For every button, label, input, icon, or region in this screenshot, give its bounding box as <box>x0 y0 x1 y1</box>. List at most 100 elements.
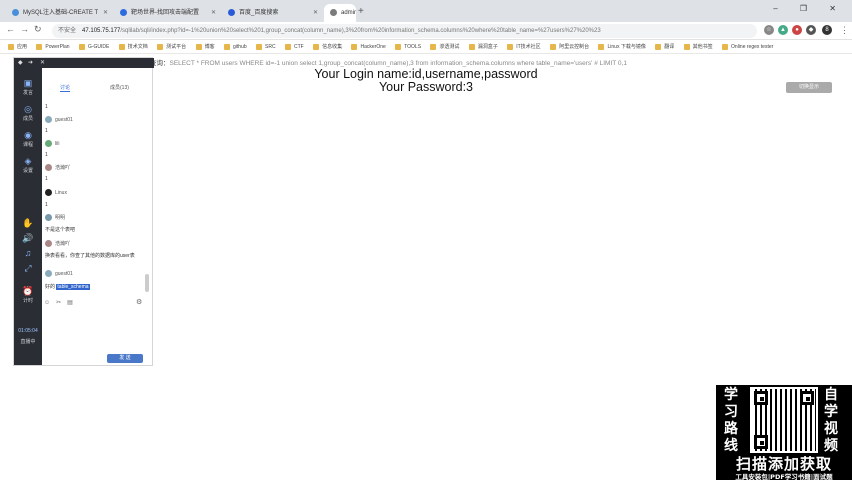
list-item: 1 <box>45 176 48 182</box>
bookmark-item[interactable]: 其他书签 <box>683 40 713 53</box>
bookmark-item[interactable]: HackerOne <box>351 40 386 53</box>
chat-scrollbar[interactable] <box>145 274 149 292</box>
sidebar-item-chat[interactable]: ▣ 发言 <box>14 78 42 96</box>
bookmark-item[interactable]: github <box>223 40 247 53</box>
browser-tab-1[interactable]: MySQL注入基础-CREATE T ✕ <box>6 4 112 22</box>
sql-query-text: SELECT * FROM users WHERE id=-1 union se… <box>169 60 627 67</box>
close-tab-icon[interactable]: ✕ <box>211 4 216 22</box>
sidebar-item-course[interactable]: ◉ 课程 <box>14 130 42 148</box>
list-item: 1 <box>45 128 48 134</box>
bookmark-item[interactable]: 阿里云控制台 <box>550 40 589 53</box>
reload-icon[interactable]: ↻ <box>34 24 42 35</box>
bookmark-item[interactable]: 技术文档 <box>118 40 148 53</box>
list-item: 浩瀚吖 <box>45 164 71 172</box>
promo-left-text: 学习路线 <box>724 387 738 454</box>
bookmark-item[interactable]: 漏洞盒子 <box>468 40 498 53</box>
extension-icon[interactable]: ▲ <box>778 25 788 35</box>
bookmark-icon <box>36 43 43 50</box>
bookmark-label: HackerOne <box>360 44 386 50</box>
bookmark-icon <box>223 43 230 50</box>
bookmark-label: 信息收集 <box>322 44 343 50</box>
bookmark-label: Online regex tester <box>731 44 774 50</box>
screen: MySQL注入基础-CREATE T ✕ 靶场世界-找回攻击端配置 ✕ 百度_百度搜… <box>0 0 852 480</box>
tab-discussion[interactable]: 讨论 <box>60 84 71 92</box>
bookmark-item[interactable]: 测试平台 <box>157 40 186 53</box>
volume-icon: 🔊 <box>22 233 34 243</box>
scissors-icon[interactable]: ✂ <box>56 300 61 306</box>
list-item: 换表看看，你查了其他的数据库的user表 <box>45 252 135 259</box>
bookmark-icon <box>468 43 475 50</box>
star-icon[interactable]: ☆ <box>764 25 774 35</box>
bookmark-icon <box>722 43 729 50</box>
sidebar-label: 发言 <box>22 90 33 96</box>
list-item: Linux <box>45 189 67 196</box>
forward-icon[interactable]: → <box>20 24 29 34</box>
bookmark-item[interactable]: TOOLS <box>395 40 421 53</box>
bookmark-item[interactable]: 博客 <box>195 40 215 53</box>
bookmark-item[interactable]: 应用 <box>8 40 27 53</box>
browser-tab-3[interactable]: 百度_百度搜索 ✕ <box>222 4 322 22</box>
chat-message-list: 1 guest01 1 lili 1 浩瀚吖 1 Linux 1 明明 不是这个… <box>42 98 152 308</box>
message-text: 换表看看，你查了其他的数据库的user表 <box>45 253 135 259</box>
sidebar-item-fullscreen[interactable]: ⤢ <box>14 263 42 274</box>
sidebar-item-members[interactable]: ◎ 成员 <box>14 104 42 122</box>
bookmark-item[interactable]: Online regex tester <box>722 40 774 53</box>
tab-label: 靶场世界-找回攻击端配置 <box>131 10 199 16</box>
browser-tab-4[interactable]: admin-lab <box>324 4 356 22</box>
avatar <box>45 164 52 172</box>
bookmark-item[interactable]: 信息收集 <box>313 40 343 53</box>
bookmark-item[interactable]: G-GUIDE <box>78 40 110 53</box>
bookmark-label: G-GUIDE <box>87 44 110 50</box>
close-tab-icon[interactable]: ✕ <box>313 4 318 22</box>
bookmark-item[interactable]: 渗透测试 <box>430 40 459 53</box>
sidebar-item-raise-hand[interactable]: ✋ <box>14 218 42 229</box>
chat-topbar: ◆ ➜ ✕ <box>14 58 154 68</box>
message-username: guest01 <box>55 116 73 123</box>
toggle-display-button[interactable]: 切换显示 <box>786 82 832 93</box>
alarm-icon: ⏰ <box>22 286 34 296</box>
bookmark-item[interactable]: CTF <box>284 40 304 53</box>
window-controls[interactable]: – ❐ ✕ <box>773 4 846 13</box>
bookmark-label: 博客 <box>204 44 215 50</box>
chat-input-tools: ☺ ✂ ▤ <box>44 299 79 306</box>
close-icon[interactable]: ✕ <box>40 59 45 66</box>
close-tab-icon[interactable]: ✕ <box>103 4 108 22</box>
new-tab-button[interactable]: + <box>358 6 364 18</box>
extension-icon[interactable]: ● <box>792 25 802 35</box>
pin-icon[interactable]: ◆ <box>18 59 23 66</box>
list-item: 不是这个表吧 <box>45 226 75 233</box>
emoji-icon[interactable]: ☺ <box>44 300 50 306</box>
settings-icon: ◈ <box>24 156 32 166</box>
send-button[interactable]: 发 送 <box>107 354 143 363</box>
extension-icon[interactable]: ◆ <box>806 25 816 35</box>
bookmark-icon <box>598 43 605 50</box>
browser-tab-2[interactable]: 靶场世界-找回攻击端配置 ✕ <box>114 4 220 22</box>
gear-icon[interactable]: ⚙ <box>136 298 142 306</box>
menu-icon[interactable]: ⋮ <box>840 25 849 36</box>
bookmark-item[interactable]: SRC <box>256 40 276 53</box>
tab-favicon-icon <box>330 8 337 16</box>
bookmark-icon <box>256 43 262 50</box>
bookmark-icon <box>683 43 690 50</box>
sidebar-item-settings[interactable]: ◈ 设置 <box>14 156 42 174</box>
chat-sidebar: ▣ 发言 ◎ 成员 ◉ 课程 ◈ 设置 ✋ 🔊 ♫ ⤢ ⏰ 计时 01:05:04 直播中 <box>14 58 42 365</box>
message-username: 浩瀚吖 <box>55 165 71 171</box>
selected-text[interactable]: table_schema <box>56 284 90 290</box>
avatar <box>45 140 52 147</box>
image-icon[interactable]: ▤ <box>67 300 73 306</box>
bookmark-item[interactable]: Linux 下载与镜像 <box>598 40 646 53</box>
share-icon[interactable]: ➜ <box>28 59 33 66</box>
back-icon[interactable]: ← <box>6 24 15 34</box>
avatar <box>45 270 52 277</box>
sidebar-item-music[interactable]: ♫ <box>14 248 42 258</box>
bookmark-item[interactable]: PowerPlan <box>36 40 70 53</box>
sidebar-item-volume[interactable]: 🔊 <box>14 233 42 244</box>
chat-input[interactable]: 好的 table_schema <box>45 283 90 290</box>
tab-members[interactable]: 成员(13) <box>110 84 129 91</box>
profile-avatar-icon[interactable]: 8 <box>822 25 832 35</box>
address-bar[interactable]: 不安全 47.105.75.177/sqlilab/sqli/index.php?… <box>52 24 757 38</box>
bookmark-item[interactable]: IT技术社区 <box>507 40 541 53</box>
sidebar-item-timer[interactable]: ⏰ 计时 <box>14 286 42 304</box>
bookmark-item[interactable]: 翻译 <box>655 40 674 53</box>
bookmark-label: SRC <box>265 44 276 50</box>
